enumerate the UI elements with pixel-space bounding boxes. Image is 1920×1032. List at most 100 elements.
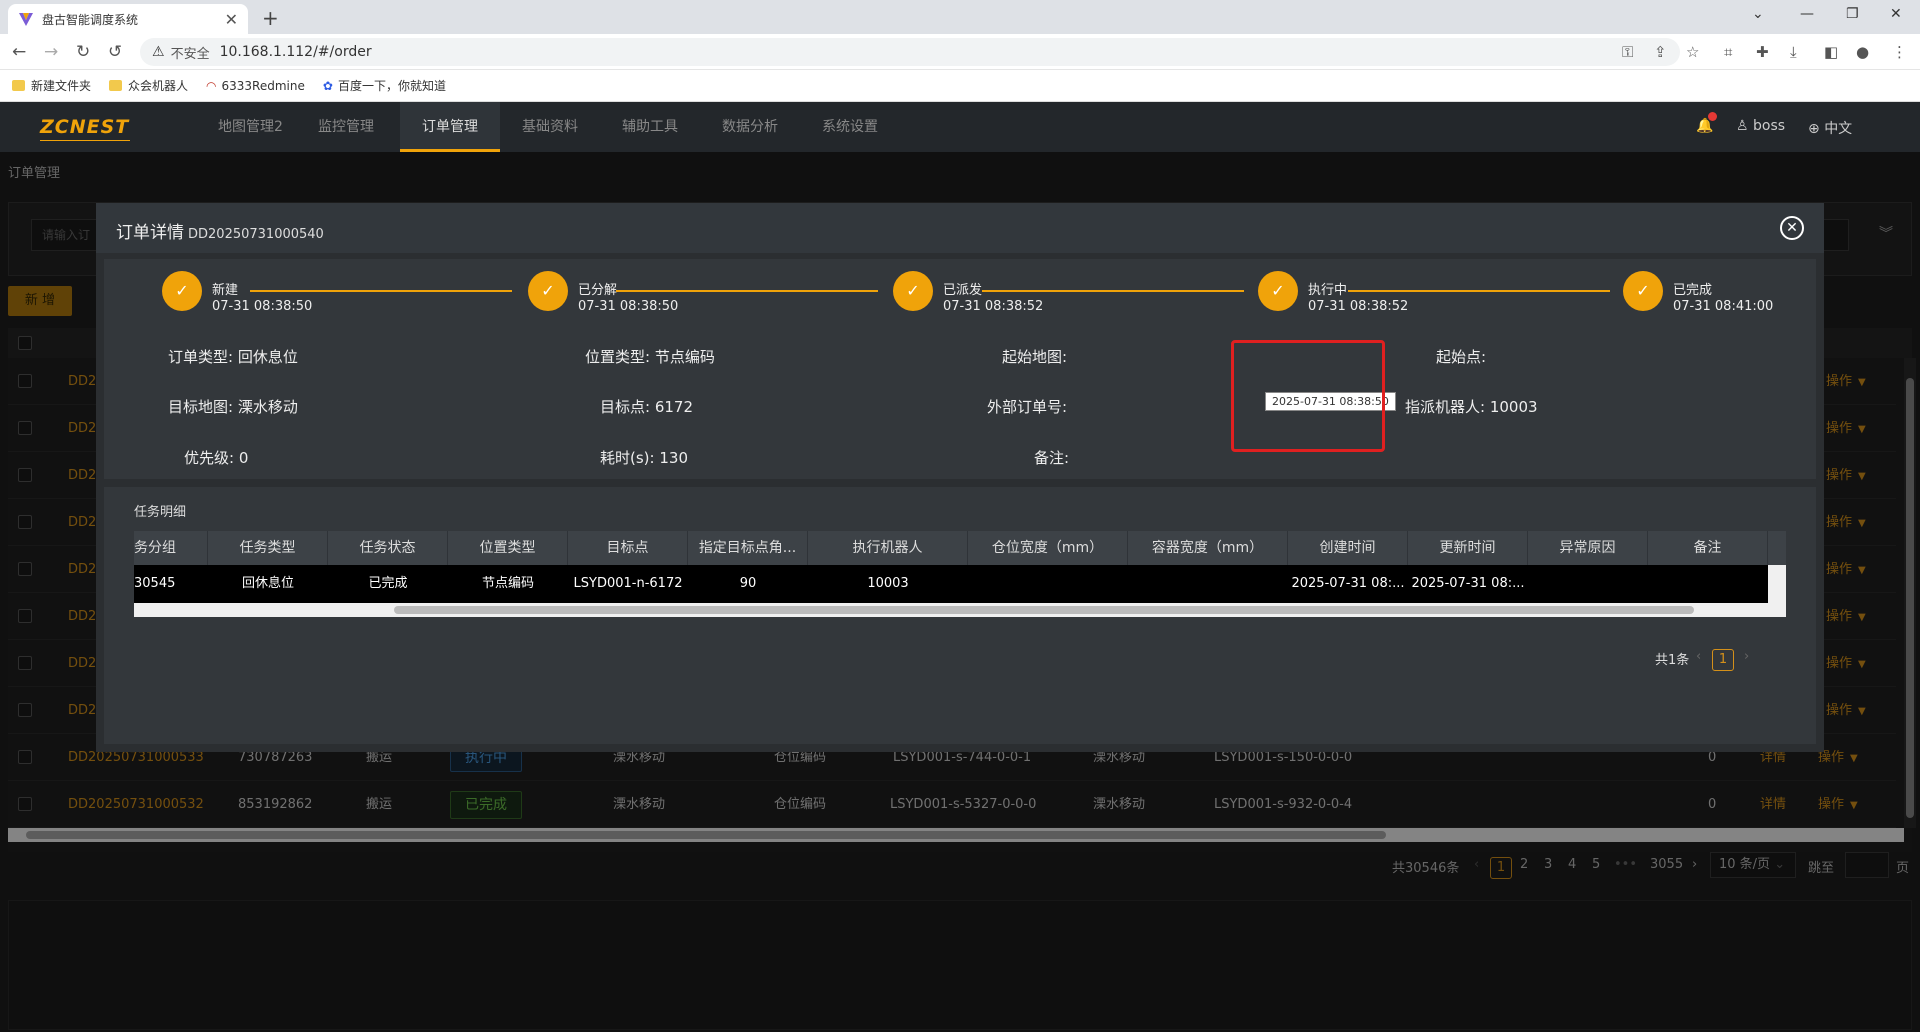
task-error [1528, 565, 1648, 603]
info-target-map: 目标地图: 溧水移动 [168, 396, 298, 417]
scroll-thumb[interactable] [394, 606, 1694, 614]
task-status: 已完成 [368, 576, 408, 591]
app-header: ZCNEST 地图管理2 监控管理 订单管理 基础资料 辅助工具 数据分析 系统… [0, 102, 1920, 152]
bookmark-item[interactable]: ✿ 百度一下，你就知道 [323, 77, 446, 94]
task-detail-panel: 任务明细 务分组 任务类型 任务状态 位置类型 目标点 指定目标点角... 执行… [104, 487, 1816, 744]
bookmark-item[interactable]: 众会机器人 [109, 77, 188, 94]
nav-basic-data[interactable]: 基础资料 [500, 102, 600, 152]
step-name: 已派发 [943, 283, 983, 298]
menu-icon[interactable]: ⋮ [1892, 43, 1907, 61]
restore-icon[interactable]: ❐ [1846, 6, 1859, 22]
col-slot-width: 仓位宽度（mm） [968, 531, 1128, 565]
bookmarks-bar: 新建文件夹 众会机器人 ◠ 6333Redmine ✿ 百度一下，你就知道 [0, 70, 1920, 102]
info-remark: 备注: [1034, 447, 1069, 468]
step-time: 07-31 08:38:52 [1308, 299, 1409, 314]
modal-order-no: DD20250731000540 [188, 227, 324, 242]
task-vertical-scrollbar[interactable] [1768, 565, 1786, 603]
window-close-icon[interactable]: ✕ [1890, 6, 1902, 22]
extensions-icon[interactable]: ✚ [1756, 43, 1769, 61]
step-done-icon: ✓ [1258, 271, 1298, 311]
bookmark-item[interactable]: ◠ 6333Redmine [206, 79, 305, 93]
task-table: 务分组 任务类型 任务状态 位置类型 目标点 指定目标点角... 执行机器人 仓… [134, 531, 1786, 621]
bookmark-label: 6333Redmine [221, 78, 305, 93]
info-pos-type: 位置类型: 节点编码 [585, 346, 715, 367]
info-start-point: 起始点: [1436, 346, 1486, 367]
sidepanel-icon[interactable]: ◧ [1824, 43, 1838, 61]
tab-close-icon[interactable]: ✕ [225, 10, 238, 29]
home-icon[interactable]: ↺ [108, 42, 122, 62]
share-icon[interactable]: ⇪ [1654, 43, 1667, 61]
logo: ZCNEST [40, 116, 130, 138]
nav-tools[interactable]: 辅助工具 [600, 102, 700, 152]
bookmark-item[interactable]: 新建文件夹 [12, 77, 91, 94]
task-robot: 10003 [867, 576, 909, 591]
step-name: 已完成 [1673, 283, 1713, 298]
globe-icon: ⊕ [1808, 121, 1820, 137]
step-connector [1348, 290, 1610, 292]
step-time: 07-31 08:38:50 [578, 299, 679, 314]
warning-icon: ⚠ [152, 44, 165, 60]
language-label: 中文 [1824, 121, 1853, 137]
crop-icon[interactable]: ⌗ [1724, 43, 1732, 61]
task-horizontal-scrollbar[interactable] [134, 603, 1786, 617]
col-task-status: 任务状态 [328, 531, 448, 565]
step-done-icon: ✓ [162, 271, 202, 311]
task-pos-type: 节点编码 [481, 576, 534, 591]
profile-icon[interactable]: ● [1856, 43, 1869, 61]
nav-order[interactable]: 订单管理 [400, 102, 500, 152]
folder-icon [109, 80, 123, 91]
minimize-icon[interactable]: — [1800, 6, 1814, 22]
col-updated: 更新时间 [1408, 531, 1528, 565]
col-task-type: 任务类型 [208, 531, 328, 565]
col-container-width: 容器宽度（mm） [1128, 531, 1288, 565]
step-connector [982, 290, 1244, 292]
nav-analytics[interactable]: 数据分析 [700, 102, 800, 152]
col-pos-type: 位置类型 [448, 531, 568, 565]
tab-search-icon[interactable]: ⌄ [1752, 6, 1764, 22]
download-icon[interactable]: ⤓ [1790, 43, 1797, 61]
col-created: 创建时间 [1288, 531, 1408, 565]
reload-icon[interactable]: ↻ [76, 42, 90, 62]
prev-page-icon[interactable]: ‹ [1696, 649, 1701, 664]
app-favicon-icon [19, 13, 33, 26]
close-icon[interactable]: ✕ [1780, 216, 1804, 240]
task-page-1[interactable]: 1 [1712, 649, 1734, 671]
key-icon[interactable]: ⚿ [1622, 43, 1633, 61]
task-container-width [1128, 565, 1288, 603]
task-updated[interactable]: 2025-07-31 08:... [1408, 565, 1528, 603]
step-connector [616, 290, 878, 292]
info-label: 指派机器人: [1405, 398, 1486, 416]
nav-monitor[interactable]: 监控管理 [296, 102, 396, 152]
bookmark-label: 百度一下，你就知道 [337, 79, 446, 93]
info-label: 外部订单号: [987, 398, 1068, 416]
task-remark [1648, 565, 1768, 603]
step-done-icon: ✓ [893, 271, 933, 311]
logo-underline [40, 140, 130, 141]
address-bar: ← → ↻ ↺ ⚠ 不安全 10.168.1.112/#/order ⚿ ⇪ ☆… [0, 34, 1920, 70]
next-page-icon[interactable]: › [1744, 649, 1749, 664]
step-time: 07-31 08:41:00 [1673, 299, 1774, 314]
task-created[interactable]: 2025-07-31 08:... [1288, 565, 1408, 603]
nav-settings[interactable]: 系统设置 [800, 102, 900, 152]
url-input[interactable]: ⚠ 不安全 10.168.1.112/#/order [140, 38, 1680, 66]
insecure-label: 不安全 [170, 46, 210, 62]
col-angle: 指定目标点角... [688, 531, 808, 565]
language-switch[interactable]: ⊕ 中文 [1808, 118, 1852, 138]
info-priority: 优先级: 0 [184, 447, 248, 468]
step-time: 07-31 08:38:52 [943, 299, 1044, 314]
back-icon[interactable]: ← [12, 42, 26, 62]
new-tab-icon[interactable]: + [262, 6, 279, 30]
user-icon: ♙ [1736, 118, 1749, 134]
browser-tab[interactable]: 盘古智能调度系统 ✕ [8, 4, 248, 34]
baidu-icon: ✿ [322, 78, 333, 93]
step-connector [250, 290, 512, 292]
col-robot: 执行机器人 [808, 531, 968, 565]
bookmark-star-icon[interactable]: ☆ [1686, 43, 1699, 61]
forward-icon[interactable]: → [44, 42, 58, 62]
user-menu[interactable]: ♙ boss [1736, 118, 1785, 134]
order-progress-panel: ✓ 新建 07-31 08:38:50 ✓ 已分解 07-31 08:38:50… [104, 259, 1816, 479]
order-detail-modal: 订单详情 DD20250731000540 ✕ ✓ 新建 07-31 08:38:… [96, 203, 1824, 752]
col-error: 异常原因 [1528, 531, 1648, 565]
nav-map[interactable]: 地图管理2 [196, 102, 305, 152]
info-label: 备注: [1034, 449, 1070, 467]
